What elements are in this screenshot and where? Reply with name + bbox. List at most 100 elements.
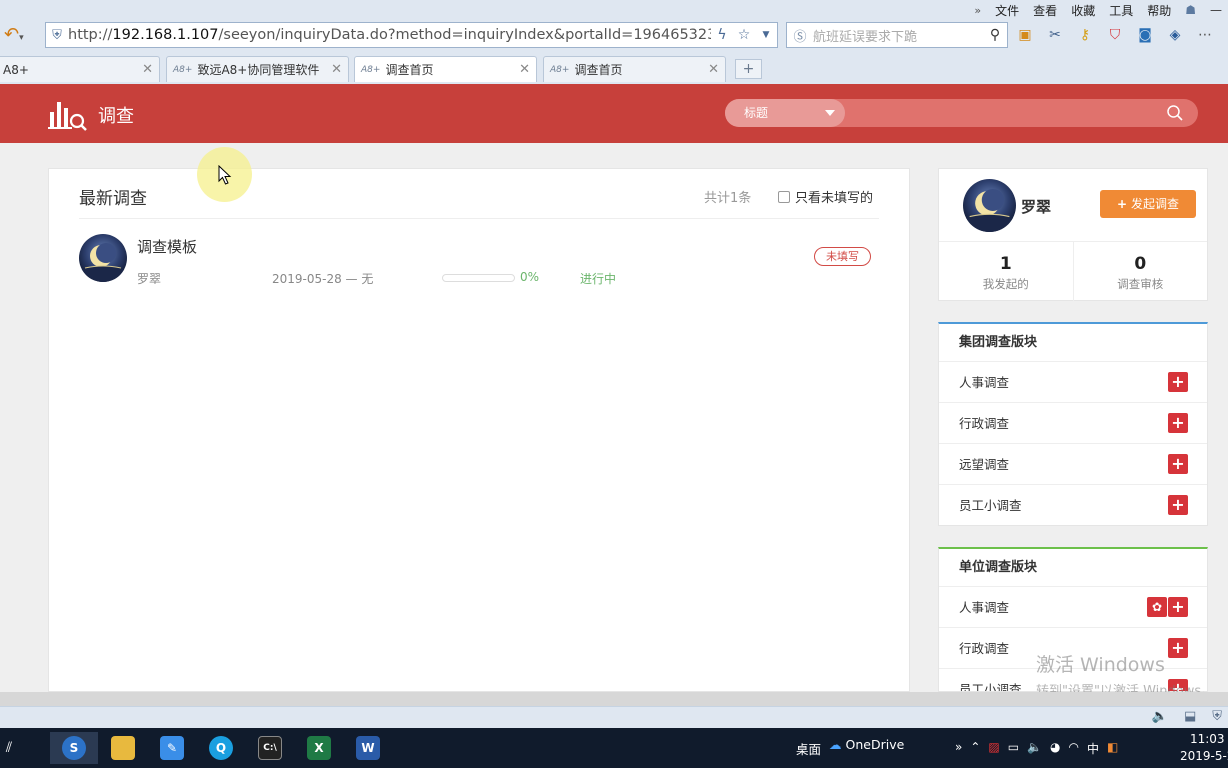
key-icon[interactable]: ⚷ bbox=[1074, 24, 1096, 46]
survey-title-link[interactable]: 调查模板 bbox=[137, 236, 197, 257]
taskbar-desktop[interactable]: 桌面 bbox=[796, 739, 821, 758]
chevron-up-icon[interactable]: ⌃ bbox=[970, 740, 980, 757]
lightning-icon[interactable]: ϟ bbox=[711, 27, 733, 43]
download-icon[interactable]: ⬓ bbox=[1184, 709, 1196, 724]
search-icon[interactable]: ⚲ bbox=[983, 27, 1007, 43]
add-icon[interactable]: + bbox=[1168, 372, 1188, 392]
add-icon[interactable]: + bbox=[1168, 597, 1188, 617]
back-icon[interactable]: ↶▾ bbox=[4, 24, 38, 46]
section-title: 最新调查 bbox=[79, 189, 147, 209]
a8-logo-icon: A8+ bbox=[550, 64, 570, 75]
url-dropdown-icon[interactable]: ▼ bbox=[755, 30, 777, 40]
survey-count: 共计1条 bbox=[704, 191, 752, 206]
start-survey-button[interactable]: + 发起调查 bbox=[1100, 190, 1196, 218]
plus-icon: + bbox=[1116, 197, 1128, 211]
browser-status-bar: 🔈 ⬓ ⛨ bbox=[0, 706, 1228, 728]
block-item-admin[interactable]: 行政调查 + bbox=[939, 403, 1207, 444]
volume-icon[interactable]: 🔈 bbox=[1027, 740, 1042, 757]
block-item-staff[interactable]: 员工小调查 + bbox=[939, 485, 1207, 526]
horizontal-scrollbar[interactable] bbox=[0, 692, 1228, 706]
tray-app-icon[interactable]: ▨ bbox=[988, 740, 999, 757]
task-view-icon[interactable]: ⫽ bbox=[0, 732, 18, 764]
profile-name: 罗翠 bbox=[1021, 198, 1052, 216]
add-icon[interactable]: + bbox=[1168, 413, 1188, 433]
minimize-icon[interactable]: — bbox=[1210, 3, 1222, 17]
shield-status-icon[interactable]: ⛨ bbox=[1212, 709, 1222, 724]
taskbar-clock[interactable]: 11:03 2019-5-2 bbox=[1180, 731, 1228, 765]
new-tab-button[interactable]: + bbox=[735, 59, 762, 79]
chevron-down-icon bbox=[825, 110, 835, 116]
header-search[interactable]: 标题 bbox=[725, 99, 1198, 127]
menu-tools[interactable]: 工具 bbox=[1109, 2, 1133, 19]
latest-surveys-card: 最新调查 共计1条 只看未填写的 调查模板 罗翠 2019-05-28 — 无 … bbox=[48, 168, 910, 692]
block-item-hr[interactable]: 人事调查 ✿ + bbox=[939, 587, 1207, 628]
skin-icon[interactable]: ☗ bbox=[1185, 3, 1196, 17]
search-field-select[interactable]: 标题 bbox=[725, 99, 845, 127]
extension-icon[interactable]: ▣ bbox=[1014, 24, 1036, 46]
browser-chrome: » 文件 查看 收藏 工具 帮助 ☗ — ↶▾ ⛨ http://192.168… bbox=[0, 0, 1228, 84]
browser-search-box[interactable]: Ⓢ 航班延误要求下跪 ⚲ bbox=[786, 22, 1008, 48]
ime-indicator[interactable]: 中 bbox=[1087, 740, 1099, 757]
survey-author: 罗翠 bbox=[137, 272, 162, 286]
tab-seeyon[interactable]: A8+ 致远A8+协同管理软件 ✕ bbox=[166, 56, 349, 82]
gear-icon[interactable]: ✿ bbox=[1147, 597, 1167, 617]
menu-file[interactable]: 文件 bbox=[995, 2, 1019, 19]
ime-app-icon[interactable]: ◧ bbox=[1107, 740, 1118, 757]
profile-card: 罗翠 + 发起调查 1 我发起的 0 调查审核 bbox=[938, 168, 1208, 301]
block-item-hr[interactable]: 人事调查 + bbox=[939, 362, 1207, 403]
taskbar-sogou-browser[interactable]: S bbox=[50, 732, 98, 764]
battery-icon[interactable]: ▭ bbox=[1008, 740, 1019, 757]
taskbar-qq-browser[interactable]: Q bbox=[197, 732, 245, 764]
survey-logo-icon bbox=[48, 102, 87, 131]
search-icon[interactable] bbox=[1166, 104, 1184, 122]
profile-stats: 1 我发起的 0 调查审核 bbox=[939, 241, 1207, 301]
stat-survey-review[interactable]: 0 调查审核 bbox=[1072, 242, 1208, 301]
scissors-icon[interactable]: ✂ bbox=[1044, 24, 1066, 46]
taskbar-file-explorer[interactable] bbox=[99, 732, 147, 764]
menu-overflow-icon[interactable]: » bbox=[974, 4, 981, 17]
shield-icon[interactable]: ⛉ bbox=[1104, 24, 1126, 46]
wifi-icon[interactable]: ◠ bbox=[1069, 740, 1079, 757]
tray-overflow-icon[interactable]: » bbox=[955, 740, 962, 757]
qq-icon[interactable]: ◙ bbox=[1134, 24, 1156, 46]
star-icon[interactable]: ☆ bbox=[733, 27, 755, 43]
pocket-icon[interactable]: ◈ bbox=[1164, 24, 1186, 46]
speaker-icon[interactable]: 🔈 bbox=[1152, 709, 1168, 724]
tab-survey-home-active[interactable]: A8+ 调查首页 ✕ bbox=[354, 56, 537, 82]
more-icon[interactable]: ⋯ bbox=[1194, 24, 1216, 46]
close-icon[interactable]: ✕ bbox=[331, 62, 342, 77]
security-shield-icon: ⛨ bbox=[52, 27, 62, 43]
survey-row[interactable]: 调查模板 罗翠 2019-05-28 — 无 0% 进行中 未填写 bbox=[79, 233, 879, 293]
menu-view[interactable]: 查看 bbox=[1033, 2, 1057, 19]
close-icon[interactable]: ✕ bbox=[708, 62, 719, 77]
add-icon[interactable]: + bbox=[1168, 495, 1188, 515]
close-icon[interactable]: ✕ bbox=[142, 62, 153, 77]
taskbar-word[interactable]: W bbox=[344, 732, 392, 764]
close-icon[interactable]: ✕ bbox=[519, 62, 530, 77]
avatar bbox=[79, 234, 127, 282]
stat-my-initiated[interactable]: 1 我发起的 bbox=[939, 242, 1073, 301]
url-text[interactable]: http://192.168.1.107/seeyon/inquiryData.… bbox=[68, 27, 711, 43]
tab-a8[interactable]: A8+ ✕ bbox=[0, 56, 160, 82]
survey-dates: 2019-05-28 — 无 bbox=[272, 272, 374, 286]
mouse-cursor-icon bbox=[218, 165, 232, 185]
add-icon[interactable]: + bbox=[1168, 454, 1188, 474]
taskbar-terminal[interactable]: C:\ bbox=[246, 732, 294, 764]
block-item-yuanwang[interactable]: 远望调查 + bbox=[939, 444, 1207, 485]
qq-tray-icon[interactable]: ◕ bbox=[1050, 740, 1060, 757]
address-bar[interactable]: ⛨ http://192.168.1.107/seeyon/inquiryDat… bbox=[45, 22, 778, 48]
taskbar-excel[interactable]: X bbox=[295, 732, 343, 764]
taskbar-onedrive[interactable]: ☁ OneDrive bbox=[829, 737, 904, 752]
taskbar-app-blue[interactable]: ✎ bbox=[148, 732, 196, 764]
search-engine-icon[interactable]: Ⓢ bbox=[787, 26, 813, 45]
menu-help[interactable]: 帮助 bbox=[1147, 2, 1171, 19]
word-icon: W bbox=[356, 736, 380, 760]
tab-bar: A8+ ✕ A8+ 致远A8+协同管理软件 ✕ A8+ 调查首页 ✕ A8+ 调… bbox=[0, 56, 1228, 82]
avatar bbox=[963, 179, 1016, 232]
unfilled-only-filter[interactable]: 只看未填写的 bbox=[778, 187, 873, 206]
tab-survey-home[interactable]: A8+ 调查首页 ✕ bbox=[543, 56, 726, 82]
checkbox[interactable] bbox=[778, 190, 790, 203]
menu-favorites[interactable]: 收藏 bbox=[1071, 2, 1095, 19]
status-badge[interactable]: 未填写 bbox=[814, 247, 871, 266]
a8-logo-icon: A8+ bbox=[173, 64, 193, 75]
